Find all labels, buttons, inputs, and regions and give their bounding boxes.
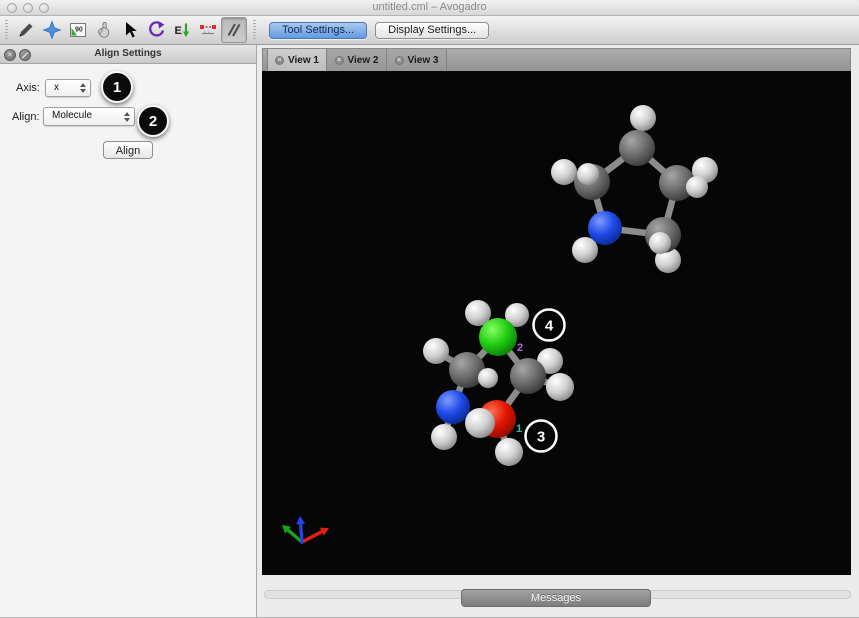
callout-2: 2	[137, 105, 169, 137]
atom-H	[478, 368, 498, 388]
view-area: × View 1 × View 2 × View 3 2 1 4 3 Messages	[258, 45, 859, 617]
atom-N	[436, 390, 470, 424]
atom-H	[649, 232, 671, 254]
navigate-star-icon	[41, 19, 63, 41]
panel-header: × Align Settings	[0, 45, 256, 64]
toolbar-separator	[253, 20, 256, 40]
measure-tool-button[interactable]	[195, 17, 221, 43]
atom-G	[479, 318, 517, 356]
window-title: untitled.cml – Avogadro	[0, 0, 859, 15]
draw-tool-button[interactable]	[13, 17, 39, 43]
stepper-arrows-icon	[124, 112, 131, 122]
atom-C	[510, 358, 546, 394]
selection-tool-button[interactable]	[117, 17, 143, 43]
align-button[interactable]: Align	[103, 141, 153, 159]
align-tool-button[interactable]	[221, 17, 247, 43]
align-settings-panel: × Align Settings Axis: x 1 Align: Molecu…	[0, 45, 257, 617]
rotate-arrow-icon	[145, 19, 167, 41]
optimize-icon: E	[171, 19, 193, 41]
svg-text:90: 90	[75, 27, 83, 34]
atom-H	[551, 159, 577, 185]
bond-centric-tool-button[interactable]: 90	[65, 17, 91, 43]
svg-text:E: E	[175, 25, 182, 37]
panel-title: Align Settings	[0, 45, 256, 63]
atom-H	[431, 424, 457, 450]
stepper-arrows-icon	[80, 83, 87, 93]
atom-C	[619, 130, 655, 166]
manipulate-tool-button[interactable]	[91, 17, 117, 43]
title-bar: untitled.cml – Avogadro	[0, 0, 859, 16]
atom-H	[577, 163, 599, 185]
atom-H	[546, 373, 574, 401]
z-axis-arrow	[301, 524, 302, 542]
bond-angle-icon: 90	[67, 19, 89, 41]
auto-rotate-tool-button[interactable]	[143, 17, 169, 43]
tab-close-icon[interactable]: ×	[275, 56, 284, 65]
align-icon	[223, 19, 245, 41]
tab-label: View 2	[348, 55, 379, 66]
tab-close-icon[interactable]: ×	[335, 56, 344, 65]
molecule-3d-viewport[interactable]: 2 1 4 3	[262, 71, 851, 575]
svg-text:4: 4	[545, 317, 554, 334]
align-label: Align:	[12, 111, 40, 123]
pencil-icon	[15, 19, 37, 41]
atom-H	[423, 338, 449, 364]
tab-view-3[interactable]: × View 3	[387, 49, 447, 71]
tool-settings-button[interactable]: Tool Settings...	[269, 22, 367, 39]
align-select[interactable]: Molecule	[43, 107, 135, 126]
avogadro-window: { "window": { "title": "untitled.cml – A…	[0, 0, 859, 618]
atom-N	[588, 211, 622, 245]
svg-text:3: 3	[537, 428, 545, 445]
tab-close-icon[interactable]: ×	[395, 56, 404, 65]
tab-view-2[interactable]: × View 2	[327, 49, 387, 71]
toolbar: 90 E	[0, 16, 859, 45]
tab-view-1[interactable]: × View 1	[267, 49, 327, 71]
atom-H	[465, 408, 495, 438]
cursor-arrow-icon	[119, 19, 141, 41]
display-settings-button[interactable]: Display Settings...	[375, 22, 489, 39]
atom-H	[686, 176, 708, 198]
messages-button[interactable]: Messages	[461, 589, 651, 607]
callout-1: 1	[101, 71, 133, 103]
toolbar-drag-handle[interactable]	[5, 20, 8, 40]
atom-number-label: 1	[516, 423, 522, 435]
x-axis-arrow	[302, 532, 322, 542]
atom-H	[630, 105, 656, 131]
tab-label: View 3	[408, 55, 439, 66]
axis-label: Axis:	[16, 82, 40, 94]
molecule-pyrrolidine	[551, 105, 718, 273]
auto-optimize-tool-button[interactable]: E	[169, 17, 195, 43]
axis-select[interactable]: x	[45, 79, 91, 97]
molecule-scene: 2 1 4 3	[262, 71, 851, 575]
navigate-tool-button[interactable]	[39, 17, 65, 43]
atom-H	[495, 438, 523, 466]
align-select-value: Molecule	[52, 110, 92, 121]
hand-icon	[93, 19, 115, 41]
atom-number-label: 2	[517, 342, 523, 354]
measure-icon	[197, 19, 219, 41]
axis-select-value: x	[54, 82, 59, 93]
view-tab-bar: × View 1 × View 2 × View 3	[262, 48, 851, 71]
tab-label: View 1	[288, 55, 319, 66]
